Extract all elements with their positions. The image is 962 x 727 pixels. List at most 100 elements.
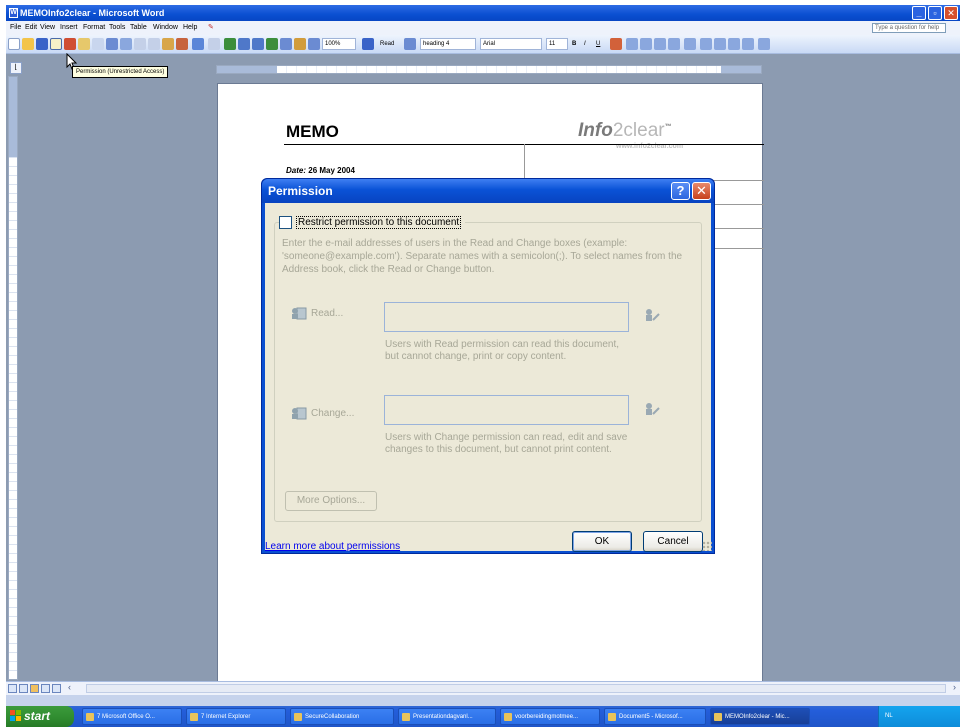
menu-view[interactable]: View bbox=[40, 21, 55, 35]
outline-view-icon[interactable] bbox=[41, 684, 50, 693]
save-icon[interactable] bbox=[36, 38, 48, 50]
ok-button[interactable]: OK bbox=[572, 531, 632, 552]
taskbar-item[interactable]: 7 Internet Explorer bbox=[186, 708, 286, 725]
word-app-icon[interactable]: W bbox=[9, 8, 18, 18]
reading-layout-icon[interactable] bbox=[52, 684, 61, 693]
start-button[interactable]: start bbox=[6, 706, 74, 727]
minimize-button[interactable]: _ bbox=[912, 6, 926, 20]
research-icon[interactable] bbox=[120, 38, 132, 50]
email-icon[interactable] bbox=[64, 38, 76, 50]
new-document-icon[interactable] bbox=[8, 38, 20, 50]
toolbar-tooltip: Permission (Unrestricted Access) bbox=[72, 66, 169, 78]
help-icon[interactable] bbox=[362, 38, 374, 50]
menu-table[interactable]: Table bbox=[130, 21, 147, 35]
menu-format[interactable]: Format bbox=[83, 21, 105, 35]
numbering-icon[interactable] bbox=[700, 38, 712, 50]
dialog-title-bar[interactable]: Permission bbox=[262, 179, 714, 203]
change-address-book-icon[interactable] bbox=[644, 402, 660, 418]
normal-view-icon[interactable] bbox=[8, 684, 17, 693]
increase-indent-icon[interactable] bbox=[742, 38, 754, 50]
vertical-ruler[interactable] bbox=[8, 76, 18, 680]
insert-excel-icon[interactable] bbox=[266, 38, 278, 50]
align-left-icon[interactable] bbox=[626, 38, 638, 50]
style-select[interactable]: heading 4 bbox=[420, 38, 476, 50]
scroll-right-icon[interactable]: › bbox=[953, 682, 956, 692]
taskbar-item[interactable]: Presentationdagvanl... bbox=[398, 708, 496, 725]
menu-file[interactable]: File bbox=[10, 21, 21, 35]
italic-icon[interactable]: I bbox=[584, 38, 586, 50]
horizontal-scrollbar[interactable]: ‹ › bbox=[6, 681, 960, 695]
cancel-button[interactable]: Cancel bbox=[643, 531, 703, 552]
taskbar-item[interactable]: voorbereidingmotmee... bbox=[500, 708, 600, 725]
read-button[interactable]: Read bbox=[380, 38, 394, 50]
window-title-bar[interactable]: W MEMOInfo2clear - Microsoft Word _ ▫ ✕ bbox=[6, 5, 960, 21]
document-map-icon[interactable] bbox=[308, 38, 320, 50]
menu-insert[interactable]: Insert bbox=[60, 21, 78, 35]
align-center-icon[interactable] bbox=[640, 38, 652, 50]
resize-grip[interactable] bbox=[702, 541, 712, 551]
dialog-close-button[interactable]: ✕ bbox=[692, 182, 711, 200]
menu-edit[interactable]: Edit bbox=[25, 21, 37, 35]
restrict-permission-row[interactable]: Restrict permission to this document bbox=[279, 214, 466, 230]
tab-selector[interactable]: ⌊ bbox=[10, 62, 22, 74]
spelling-icon[interactable] bbox=[106, 38, 118, 50]
print-icon[interactable] bbox=[78, 38, 90, 50]
columns-icon[interactable] bbox=[280, 38, 292, 50]
learn-more-link[interactable]: Learn more about permissions bbox=[265, 541, 400, 552]
change-button[interactable]: Change... bbox=[291, 406, 354, 420]
drawing-icon[interactable] bbox=[294, 38, 306, 50]
format-painter-icon[interactable] bbox=[176, 38, 188, 50]
taskbar-item[interactable]: SecureCollaboration bbox=[290, 708, 394, 725]
print-layout-icon[interactable] bbox=[30, 684, 39, 693]
line-spacing-icon[interactable] bbox=[684, 38, 696, 50]
menu-window[interactable]: Window bbox=[153, 21, 178, 35]
font-select[interactable]: Arial bbox=[480, 38, 542, 50]
highlight-icon[interactable] bbox=[610, 38, 622, 50]
underline-icon[interactable]: U bbox=[596, 38, 600, 50]
print-preview-icon[interactable] bbox=[92, 38, 104, 50]
system-tray[interactable]: NL bbox=[878, 706, 960, 727]
change-users-input[interactable] bbox=[384, 395, 629, 425]
hyperlink-icon[interactable] bbox=[224, 38, 236, 50]
borders-icon[interactable] bbox=[758, 38, 770, 50]
align-right-icon[interactable] bbox=[654, 38, 666, 50]
web-layout-icon[interactable] bbox=[19, 684, 28, 693]
read-users-input[interactable] bbox=[384, 302, 629, 332]
bold-icon[interactable]: B bbox=[572, 38, 576, 50]
scroll-left-icon[interactable]: ‹ bbox=[68, 682, 71, 692]
menu-help[interactable]: Help bbox=[183, 21, 197, 35]
taskbar-item[interactable]: Document5 - Microsof... bbox=[604, 708, 706, 725]
zoom-select[interactable]: 100% bbox=[322, 38, 356, 50]
permission-icon[interactable] bbox=[50, 38, 62, 50]
close-window-button[interactable]: ✕ bbox=[944, 6, 958, 20]
more-options-button[interactable]: More Options... bbox=[285, 491, 377, 511]
undo-icon[interactable] bbox=[192, 38, 204, 50]
styles-pane-icon[interactable] bbox=[404, 38, 416, 50]
paste-icon[interactable] bbox=[162, 38, 174, 50]
copy-icon[interactable] bbox=[148, 38, 160, 50]
help-question-input[interactable]: Type a question for help bbox=[872, 23, 946, 33]
justify-icon[interactable] bbox=[668, 38, 680, 50]
open-folder-icon[interactable] bbox=[22, 38, 34, 50]
font-size-select[interactable]: 11 bbox=[546, 38, 568, 50]
dialog-help-button[interactable]: ? bbox=[671, 182, 690, 200]
taskbar-item-active[interactable]: MEMOInfo2clear - Mic... bbox=[710, 708, 810, 725]
read-button[interactable]: Read... bbox=[291, 306, 343, 320]
scroll-track[interactable] bbox=[86, 684, 946, 693]
ink-icon[interactable]: ✎ bbox=[208, 21, 214, 35]
cut-icon[interactable] bbox=[134, 38, 146, 50]
restrict-permission-checkbox[interactable] bbox=[279, 215, 292, 229]
bullets-icon[interactable] bbox=[714, 38, 726, 50]
menu-tools[interactable]: Tools bbox=[109, 21, 125, 35]
decrease-indent-icon[interactable] bbox=[728, 38, 740, 50]
language-indicator[interactable]: NL bbox=[885, 713, 893, 719]
redo-icon[interactable] bbox=[208, 38, 220, 50]
insert-table-icon[interactable] bbox=[252, 38, 264, 50]
permission-dialog: Permission ? ✕ Restrict permission to th… bbox=[261, 178, 715, 554]
restrict-permission-label[interactable]: Restrict permission to this document bbox=[296, 215, 462, 229]
read-address-book-icon[interactable] bbox=[644, 308, 660, 324]
maximize-button[interactable]: ▫ bbox=[928, 6, 942, 20]
tables-borders-icon[interactable] bbox=[238, 38, 250, 50]
horizontal-ruler[interactable] bbox=[216, 65, 762, 74]
taskbar-item[interactable]: 7 Microsoft Office O... bbox=[82, 708, 182, 725]
